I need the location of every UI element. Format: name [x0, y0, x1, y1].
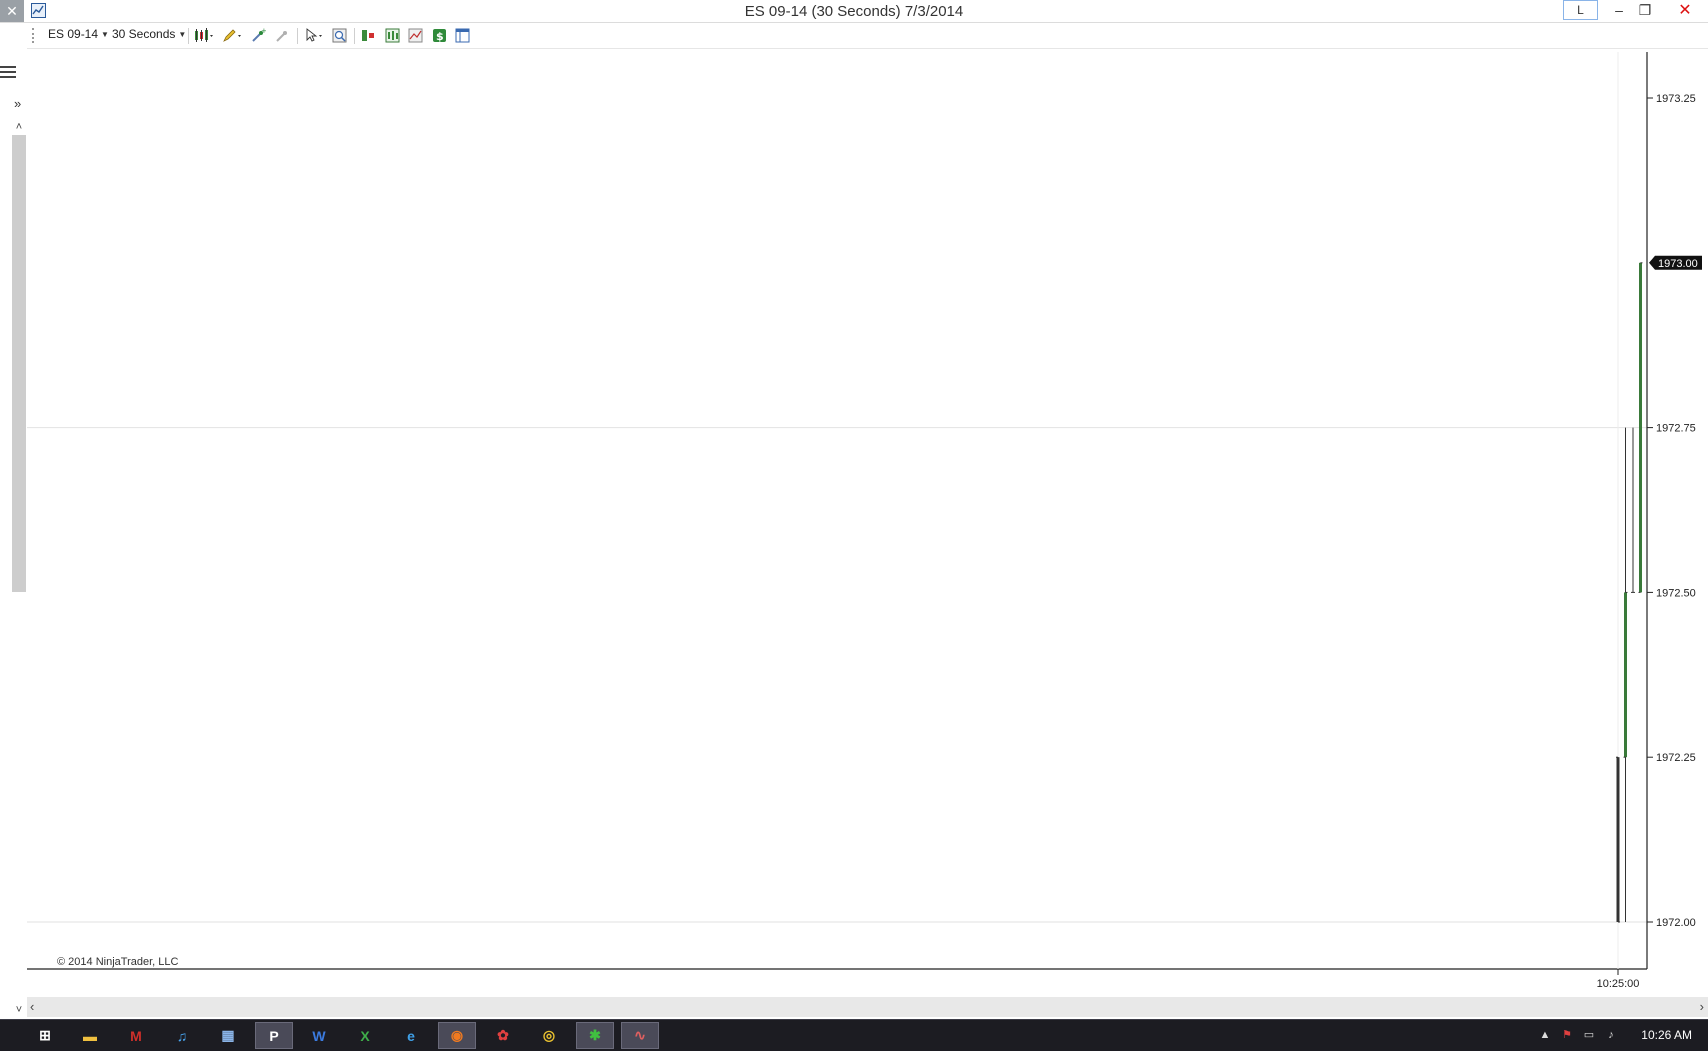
price-chart[interactable]: 1973.25 1972.75 1972.50 1972.25 1972.00 10:25… [27, 0, 1708, 1050]
menu-icon[interactable] [0, 66, 16, 81]
y-tick-label: 1972.25 [1656, 752, 1696, 764]
bar-body [1616, 757, 1620, 922]
excel-icon: X [360, 1027, 370, 1044]
horizontal-scrollbar[interactable]: ‹ › [27, 997, 1708, 1017]
action-center-flag-icon[interactable]: ⚑ [1560, 1028, 1574, 1042]
y-tick-label: 1973.25 [1656, 93, 1696, 105]
ninjatrader-icon: ✱ [589, 1027, 601, 1043]
shield-icon: M [130, 1027, 142, 1044]
y-tick-label: 1972.50 [1656, 587, 1696, 599]
volume-icon[interactable]: ♪ [1604, 1028, 1618, 1042]
taskbar-app-red-button[interactable]: ✿ [484, 1022, 522, 1049]
y-tick-label: 1972.00 [1656, 917, 1696, 929]
scroll-left-icon[interactable]: ‹ [30, 999, 34, 1014]
taskbar-mcafee-button[interactable]: M [117, 1022, 155, 1049]
network-icon[interactable]: ▭ [1582, 1028, 1596, 1042]
taskbar-chrome-button[interactable]: ◎ [530, 1022, 568, 1049]
ohlc-bar[interactable] [1638, 262, 1643, 593]
scroll-right-icon[interactable]: › [1700, 999, 1704, 1014]
chart-canvas[interactable]: 1973.25 1972.75 1972.50 1972.25 1972.00 10:25… [27, 0, 1708, 1050]
taskbar-word-button[interactable]: W [300, 1022, 338, 1049]
taskbar-app-swirl-button[interactable]: ∿ [621, 1022, 659, 1049]
ohlc-bar[interactable] [1623, 427, 1628, 922]
scroll-up-icon[interactable]: ˄ [11, 120, 27, 134]
taskbar-publisher-button[interactable]: P [255, 1022, 293, 1049]
taskbar-start-button[interactable]: ⊞ [26, 1022, 64, 1049]
firefox-icon: ◉ [450, 1027, 464, 1043]
red-app-icon: ✿ [497, 1027, 509, 1043]
vertical-scroll-thumb[interactable] [12, 135, 26, 592]
show-hidden-icons-icon[interactable]: ▲ [1538, 1028, 1552, 1042]
system-tray: ▲ ⚑ ▭ ♪ 10:26 AM [1538, 1020, 1708, 1051]
music-icon: ♫ [176, 1027, 188, 1044]
taskbar-itunes-button[interactable]: ♫ [163, 1022, 201, 1049]
bar-body [1624, 592, 1627, 758]
chrome-icon: ◎ [542, 1027, 556, 1043]
windows-icon: ⊞ [39, 1027, 51, 1043]
left-panel: » ˄ ˅ [0, 48, 27, 1019]
taskbar-ninjatrader-button[interactable]: ✱ [576, 1022, 614, 1049]
bar-body [1639, 262, 1642, 593]
copyright-text: © 2014 NinjaTrader, LLC [57, 956, 179, 968]
taskbar: ⊞ ▬ M ♫ ▦ P W Xe ◉ ✿ ◎ ✱ ∿ ▲ ⚑ ▭ ♪ 10:26 AM [0, 1019, 1708, 1051]
publisher-icon: P [269, 1027, 279, 1044]
x-tick-label: 10:25:00 [1597, 978, 1640, 990]
taskbar-calculator-button[interactable]: ▦ [209, 1022, 247, 1049]
clock[interactable]: 10:26 AM [1641, 1028, 1692, 1042]
ohlc-bar[interactable] [1631, 427, 1635, 593]
scroll-down-icon[interactable]: ˅ [11, 1003, 27, 1017]
word-icon: W [312, 1027, 326, 1044]
last-price-label: 1973.00 [1658, 258, 1698, 270]
folder-icon: ▬ [83, 1027, 97, 1044]
vertical-scrollbar[interactable]: ˄ ˅ [11, 120, 27, 1017]
taskbar-firefox-button[interactable]: ◉ [438, 1022, 476, 1049]
taskbar-excel-button[interactable]: X [346, 1022, 384, 1049]
taskbar-internet-explorer-button[interactable]: e [392, 1022, 430, 1049]
calculator-icon: ▦ [221, 1027, 235, 1043]
taskbar-explorer-button[interactable]: ▬ [71, 1022, 109, 1049]
ie-icon: e [407, 1027, 415, 1044]
expand-panel-icon[interactable]: » [14, 96, 21, 111]
y-tick-label: 1972.75 [1656, 423, 1696, 435]
ohlc-bar[interactable] [1616, 756, 1620, 923]
swirl-app-icon: ∿ [634, 1027, 646, 1043]
